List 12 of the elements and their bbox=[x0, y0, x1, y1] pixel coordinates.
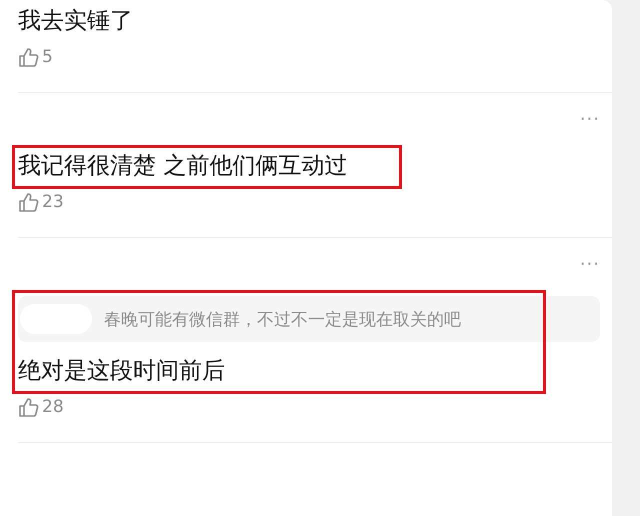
comment-text: 我去实锤了 bbox=[18, 7, 133, 36]
comment-text: 我记得很清楚 之前他们俩互动过 bbox=[18, 152, 348, 181]
comment-text: 绝对是这段时间前后 bbox=[18, 357, 225, 386]
quoted-text: 春晚可能有微信群，不过不一定是现在取关的吧 bbox=[104, 308, 461, 330]
more-button[interactable]: ··· bbox=[580, 256, 600, 274]
thumbs-up-icon bbox=[18, 397, 39, 417]
thumbs-up-icon bbox=[18, 47, 39, 67]
like-count: 23 bbox=[42, 192, 64, 212]
like-count: 28 bbox=[42, 397, 64, 417]
more-button[interactable]: ··· bbox=[580, 111, 600, 129]
thumbs-up-icon bbox=[18, 192, 39, 212]
like-count: 5 bbox=[42, 47, 53, 67]
